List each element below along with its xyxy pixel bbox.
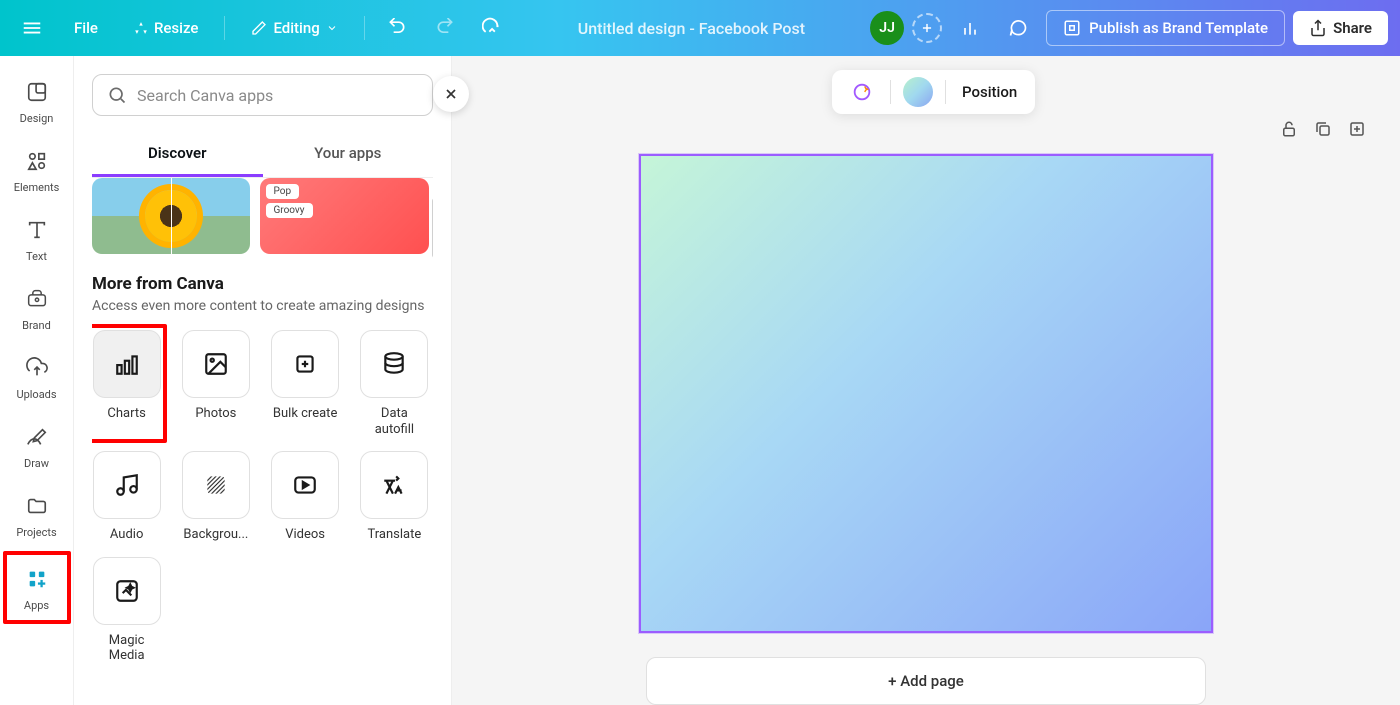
add-page-icon[interactable]: [1348, 120, 1366, 142]
rail-label: Projects: [16, 526, 56, 539]
rail-label: Text: [26, 250, 47, 263]
photos-icon: [203, 351, 229, 377]
app-label: Charts: [107, 406, 145, 422]
rail-design[interactable]: Design: [7, 68, 67, 133]
app-grid: Charts Photos Bulk create: [92, 330, 429, 664]
app-charts[interactable]: Charts: [92, 330, 161, 422]
add-collaborator-button[interactable]: [912, 13, 942, 43]
app-translate[interactable]: Translate: [360, 451, 429, 543]
rail-text[interactable]: Text: [7, 206, 67, 271]
publish-button[interactable]: Publish as Brand Template: [1046, 10, 1285, 46]
undo-icon[interactable]: [377, 8, 417, 48]
analytics-icon[interactable]: [950, 8, 990, 48]
app-label: Data autofill: [360, 406, 429, 437]
page-toolbar: [1280, 120, 1366, 142]
app-magic-media[interactable]: Magic Media: [92, 557, 161, 664]
section-title: More from Canva: [92, 274, 429, 294]
highlight-apps: Apps: [3, 551, 71, 624]
apps-panel: Discover Your apps Pop Groovy More from …: [74, 56, 452, 705]
rail-label: Brand: [22, 319, 51, 332]
scrollbar-thumb[interactable]: [432, 198, 433, 258]
separator: [224, 16, 225, 40]
floating-toolbar: Position: [832, 70, 1035, 114]
bulk-create-icon: [292, 351, 318, 377]
preview-cards: Pop Groovy: [92, 178, 429, 254]
file-menu[interactable]: File: [60, 11, 112, 45]
rail-projects[interactable]: Projects: [7, 482, 67, 547]
preview-card-sunflower[interactable]: [92, 178, 250, 254]
rail-label: Draw: [24, 457, 49, 470]
rail-label: Apps: [24, 599, 49, 612]
app-background[interactable]: Backgrou...: [181, 451, 250, 543]
rail-label: Uploads: [16, 388, 56, 401]
share-label: Share: [1333, 19, 1372, 37]
separator: [364, 16, 365, 40]
search-input[interactable]: [137, 86, 418, 105]
comment-icon[interactable]: [998, 8, 1038, 48]
app-label: Photos: [195, 406, 236, 422]
add-page-button[interactable]: + Add page: [646, 657, 1206, 705]
rail-uploads[interactable]: Uploads: [7, 344, 67, 409]
color-swatch[interactable]: [903, 77, 933, 107]
app-audio[interactable]: Audio: [92, 451, 161, 543]
share-button[interactable]: Share: [1293, 11, 1388, 45]
canvas-area: Position + Add page: [452, 56, 1400, 705]
magic-media-icon: [114, 578, 140, 604]
search-box[interactable]: [92, 74, 433, 116]
redo-icon[interactable]: [425, 8, 465, 48]
chip-groovy: Groovy: [266, 203, 313, 218]
position-button[interactable]: Position: [958, 79, 1021, 105]
magic-icon[interactable]: [846, 76, 878, 108]
editing-menu[interactable]: Editing: [237, 11, 351, 45]
translate-icon: [381, 472, 407, 498]
toolbar-separator: [890, 80, 891, 104]
preview-card-music[interactable]: Pop Groovy: [260, 178, 430, 254]
duplicate-icon[interactable]: [1314, 120, 1332, 142]
close-panel-button[interactable]: [433, 76, 469, 112]
app-label: Audio: [110, 527, 143, 543]
chart-icon: [114, 351, 140, 377]
menu-icon[interactable]: [12, 8, 52, 48]
highlight-charts: Charts: [92, 324, 167, 443]
app-label: Videos: [285, 527, 325, 543]
app-label: Translate: [367, 527, 421, 543]
app-label: Backgrou...: [183, 527, 248, 543]
left-rail: Design Elements Text Brand Uploads Draw …: [0, 56, 74, 705]
rail-apps[interactable]: Apps: [7, 555, 67, 620]
rail-label: Elements: [14, 181, 60, 194]
cloud-sync-icon[interactable]: [473, 8, 513, 48]
lock-icon[interactable]: [1280, 120, 1298, 142]
toolbar-separator: [945, 80, 946, 104]
search-icon: [107, 85, 127, 105]
app-bulk-create[interactable]: Bulk create: [271, 330, 340, 437]
avatar[interactable]: JJ: [870, 11, 904, 45]
chip-pop: Pop: [266, 184, 300, 199]
audio-icon: [114, 472, 140, 498]
resize-label: Resize: [154, 19, 198, 37]
video-icon: [292, 472, 318, 498]
resize-menu[interactable]: Resize: [120, 11, 212, 45]
rail-brand[interactable]: Brand: [7, 275, 67, 340]
app-photos[interactable]: Photos: [181, 330, 250, 437]
rail-draw[interactable]: Draw: [7, 413, 67, 478]
background-icon: [203, 472, 229, 498]
document-title[interactable]: Untitled design - Facebook Post: [521, 19, 862, 38]
rail-elements[interactable]: Elements: [7, 137, 67, 202]
section-subtitle: Access even more content to create amazi…: [92, 298, 429, 314]
design-canvas[interactable]: [639, 154, 1213, 633]
database-icon: [381, 351, 407, 377]
rail-label: Design: [20, 112, 54, 125]
tab-your-apps[interactable]: Your apps: [263, 132, 434, 177]
panel-tabs: Discover Your apps: [92, 132, 433, 178]
top-bar: File Resize Editing Untitled design - Fa…: [0, 0, 1400, 56]
app-videos[interactable]: Videos: [271, 451, 340, 543]
app-label: Bulk create: [273, 406, 337, 422]
publish-label: Publish as Brand Template: [1089, 19, 1268, 37]
app-label: Magic Media: [92, 633, 161, 664]
editing-label: Editing: [273, 19, 319, 37]
tab-discover[interactable]: Discover: [92, 132, 263, 177]
app-data-autofill[interactable]: Data autofill: [360, 330, 429, 437]
